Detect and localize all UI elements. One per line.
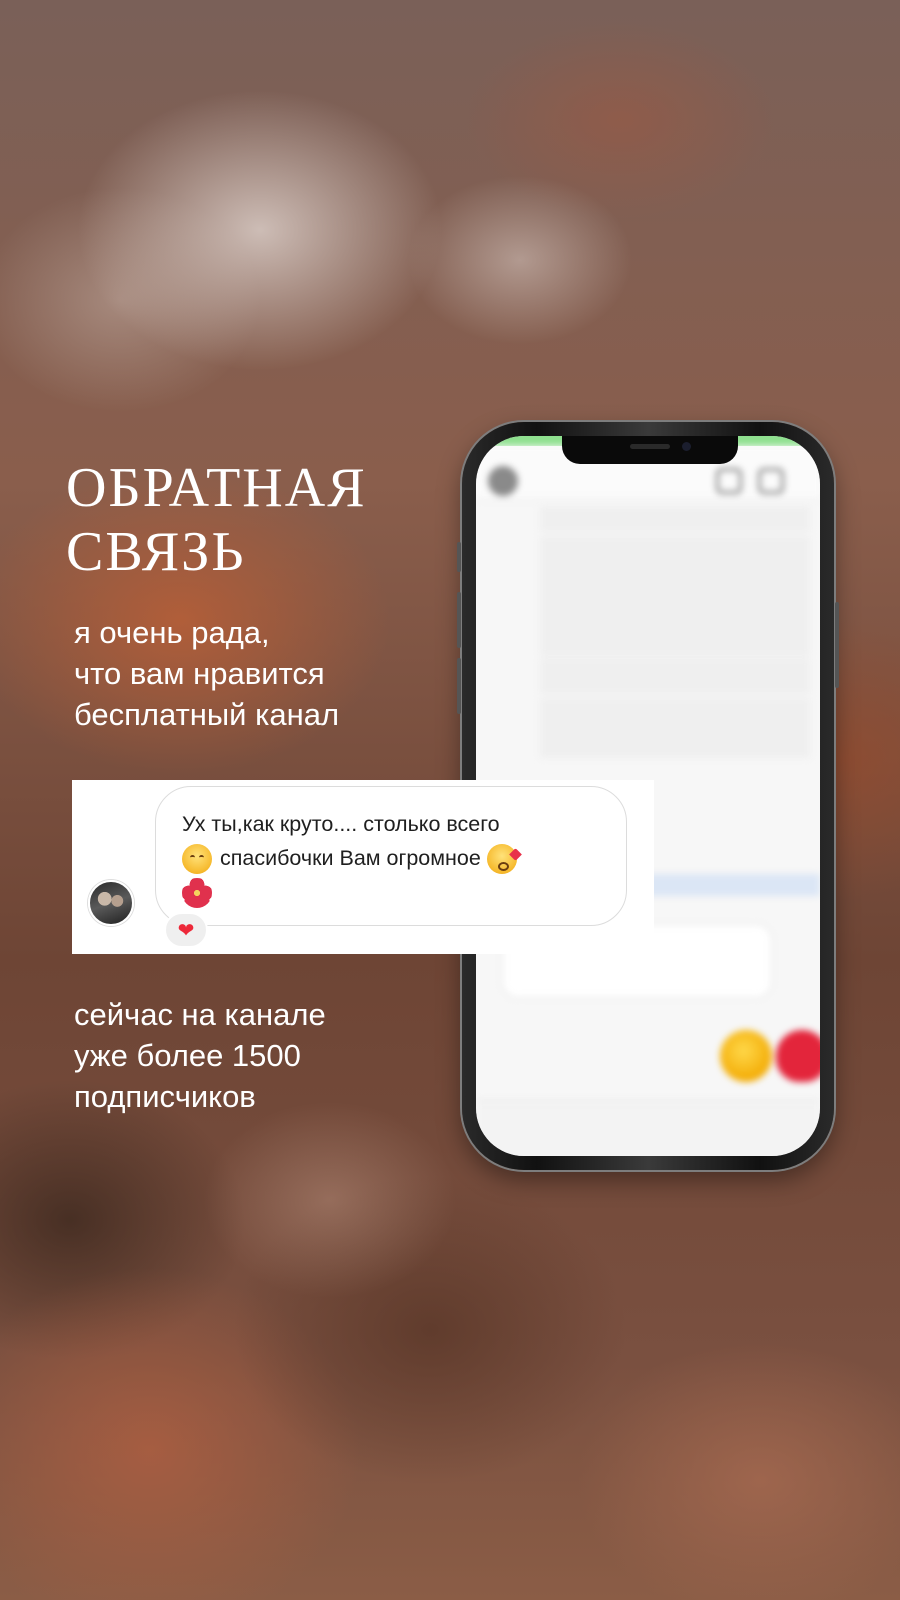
title-line-1: Обратная: [66, 457, 367, 519]
comment-line-2-text: спасибочки Вам огромное: [220, 846, 481, 870]
comment-card: Ух ты,как круто.... столько всего спасиб…: [72, 780, 654, 954]
front-camera: [682, 442, 691, 451]
intro-line-1: я очень рада,: [74, 615, 270, 650]
reaction-badge[interactable]: ❤: [164, 912, 208, 948]
page-title: Обратная связь: [66, 456, 426, 584]
info-icon: [758, 468, 784, 494]
emoji-reaction-icon: [720, 1030, 772, 1082]
comment-line-1: Ух ты,как круто.... столько всего: [182, 812, 500, 836]
comment-bubble: Ух ты,как круто.... столько всего спасиб…: [155, 786, 627, 926]
phone-volume-up: [457, 592, 461, 648]
phone-power-button: [835, 602, 839, 688]
phone-volume-down: [457, 658, 461, 714]
speaker-grille: [630, 444, 670, 449]
stats-line-2: уже более 1500: [74, 1038, 301, 1073]
intro-line-2: что вам нравится: [74, 656, 325, 691]
avatar: [88, 880, 134, 926]
heart-icon: [776, 1030, 820, 1082]
hibiscus-icon: [182, 878, 212, 909]
chat-message: [540, 506, 810, 532]
phone-mute-switch: [457, 542, 461, 572]
comment-line-3: [182, 875, 604, 909]
chat-message: [540, 536, 810, 656]
chat-link-message: [540, 658, 810, 694]
chat-link-strip: [636, 874, 820, 896]
comment-line-2: спасибочки Вам огромное: [182, 841, 604, 875]
stats-line-3: подписчиков: [74, 1079, 256, 1114]
chat-avatar: [488, 466, 518, 496]
kiss-face-icon: [486, 844, 517, 875]
hugging-face-icon: [182, 844, 212, 875]
stats-text: сейчас на канале уже более 1500 подписчи…: [74, 994, 434, 1117]
intro-line-3: бесплатный канал: [74, 697, 340, 732]
stats-line-1: сейчас на канале: [74, 997, 326, 1032]
heart-icon: ❤: [177, 918, 195, 942]
video-call-icon: [716, 468, 742, 494]
intro-text: я очень рада, что вам нравится бесплатны…: [74, 612, 434, 735]
chat-message: [540, 698, 810, 758]
phone-notch: [562, 436, 738, 464]
message-composer: [476, 1100, 820, 1156]
title-line-2: связь: [66, 521, 246, 583]
